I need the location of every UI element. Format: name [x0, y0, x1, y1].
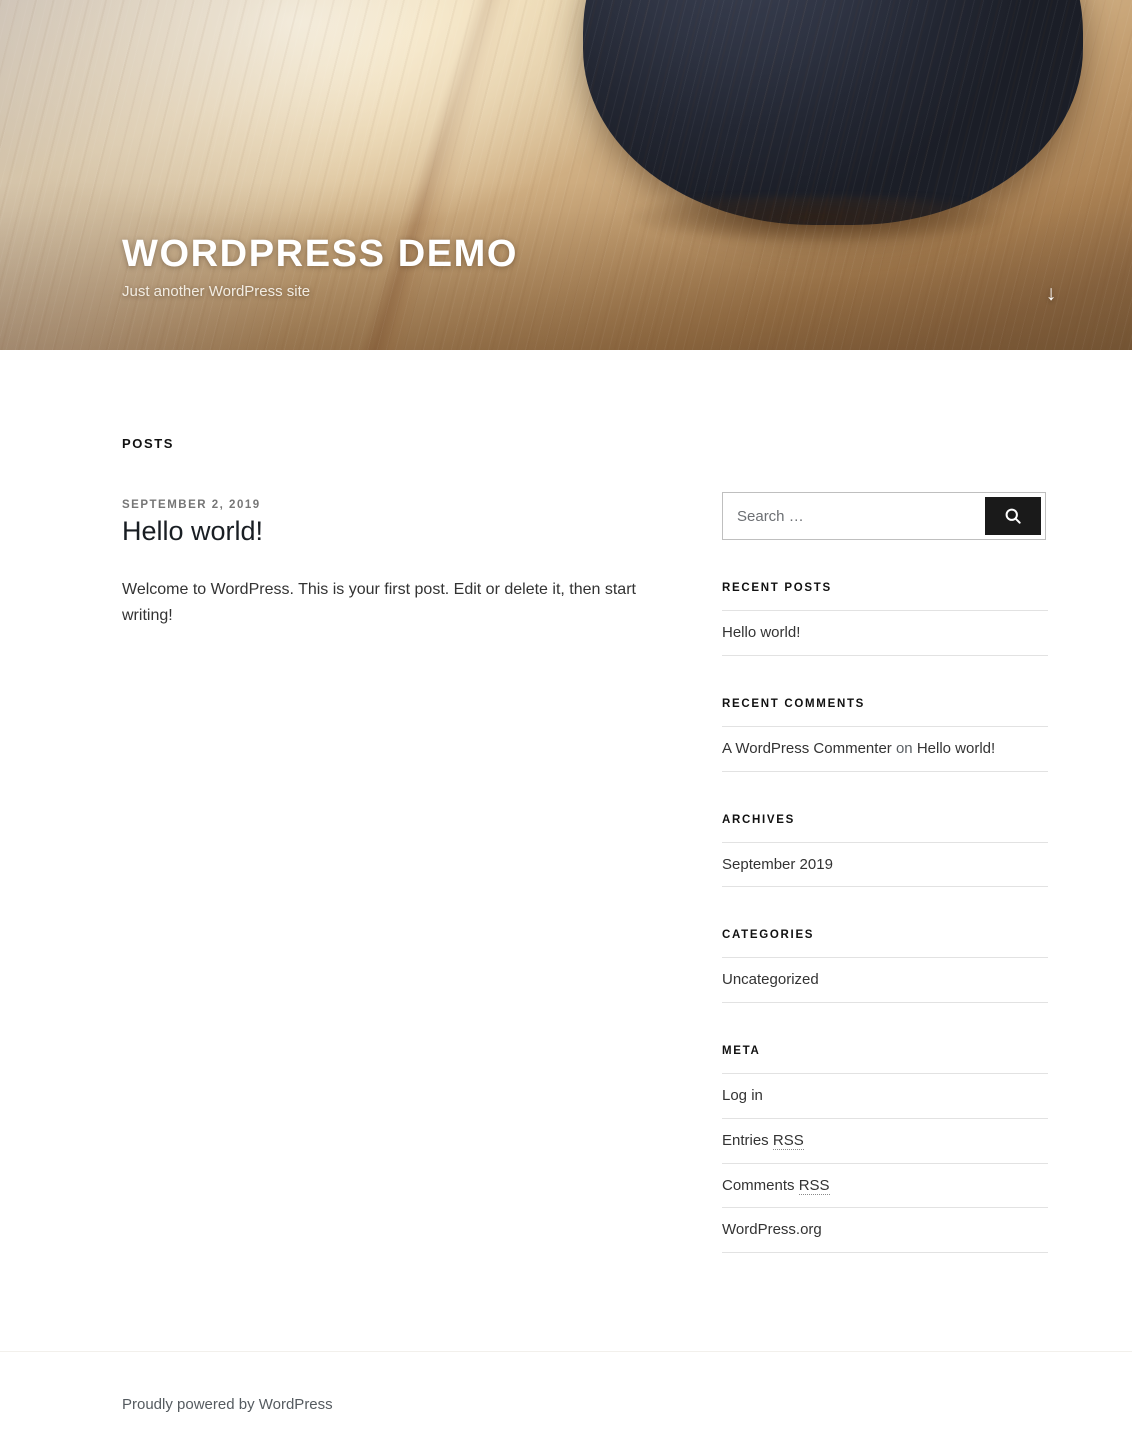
widget-title: META	[722, 1045, 761, 1057]
search-submit-button[interactable]	[985, 497, 1041, 535]
footer-credit-link[interactable]: Proudly powered by WordPress	[122, 1396, 333, 1413]
list-item: Uncategorized	[722, 958, 1048, 1003]
post-date: SEPTEMBER 2, 2019	[122, 499, 261, 511]
site-content: POSTS SEPTEMBER 2, 2019 Hello world! Wel…	[0, 350, 1132, 1253]
list-item: Entries RSS	[722, 1119, 1048, 1164]
widget-categories: CATEGORIES Uncategorized	[722, 929, 1048, 1003]
comment-author-link[interactable]: A WordPress Commenter	[722, 740, 892, 757]
main-content: POSTS SEPTEMBER 2, 2019 Hello world! Wel…	[122, 436, 704, 629]
category-link[interactable]: Uncategorized	[722, 971, 819, 988]
post-article: SEPTEMBER 2, 2019 Hello world! Welcome t…	[122, 499, 704, 629]
archive-link[interactable]: September 2019	[722, 856, 833, 873]
widget-recent-comments: RECENT COMMENTS A WordPress Commenter on…	[722, 698, 1048, 772]
site-footer: Proudly powered by WordPress	[0, 1351, 1132, 1450]
widget-recent-posts: RECENT POSTS Hello world!	[722, 582, 1048, 656]
meta-comments-rss-link[interactable]: Comments RSS	[722, 1176, 830, 1195]
recent-comments-list: A WordPress Commenter on Hello world!	[722, 725, 1048, 772]
meta-comments-prefix: Comments	[722, 1176, 799, 1194]
post-content: Welcome to WordPress. This is your first…	[122, 577, 704, 629]
widget-title: RECENT POSTS	[722, 582, 832, 594]
search-form	[722, 492, 1046, 540]
comment-connector: on	[891, 739, 917, 757]
list-item: Comments RSS	[722, 1164, 1048, 1209]
header-branding: WORDPRESS DEMO Just another WordPress si…	[0, 234, 1132, 350]
comment-post-link[interactable]: Hello world!	[917, 740, 995, 757]
site-header: WORDPRESS DEMO Just another WordPress si…	[0, 0, 1132, 350]
widget-meta: META Log in Entries RSS Comments RSS Wor…	[722, 1045, 1048, 1253]
meta-wordpress-org-link[interactable]: WordPress.org	[722, 1221, 822, 1238]
site-description: Just another WordPress site	[122, 283, 311, 300]
meta-entries-rss-link[interactable]: Entries RSS	[722, 1131, 804, 1150]
widget-search	[722, 492, 1048, 540]
site-title[interactable]: WORDPRESS DEMO	[122, 234, 1010, 275]
page-title: POSTS	[122, 436, 175, 451]
widget-title: ARCHIVES	[722, 813, 796, 826]
list-item: WordPress.org	[722, 1208, 1048, 1253]
sidebar: RECENT POSTS Hello world! RECENT COMMENT…	[722, 436, 1048, 1253]
search-icon	[1003, 506, 1023, 526]
list-item: September 2019	[722, 843, 1048, 888]
meta-entries-prefix: Entries	[722, 1131, 773, 1149]
arrow-down-icon[interactable]: ↓	[1038, 280, 1064, 306]
widget-title: CATEGORIES	[722, 929, 815, 942]
rss-abbr: RSS	[798, 1176, 830, 1195]
archives-list: September 2019	[722, 841, 1048, 888]
widget-archives: ARCHIVES September 2019	[722, 814, 1048, 888]
list-item: A WordPress Commenter on Hello world!	[722, 727, 1048, 772]
meta-list: Log in Entries RSS Comments RSS WordPres…	[722, 1073, 1048, 1253]
rss-abbr: RSS	[772, 1131, 804, 1150]
recent-post-link[interactable]: Hello world!	[722, 624, 800, 641]
post-title-link[interactable]: Hello world!	[122, 515, 704, 549]
post-excerpt: Welcome to WordPress. This is your first…	[122, 580, 636, 624]
recent-posts-list: Hello world!	[722, 610, 1048, 656]
list-item: Hello world!	[722, 611, 1048, 656]
categories-list: Uncategorized	[722, 957, 1048, 1003]
widget-title: RECENT COMMENTS	[722, 697, 866, 710]
list-item: Log in	[722, 1074, 1048, 1119]
meta-login-link[interactable]: Log in	[722, 1087, 763, 1104]
